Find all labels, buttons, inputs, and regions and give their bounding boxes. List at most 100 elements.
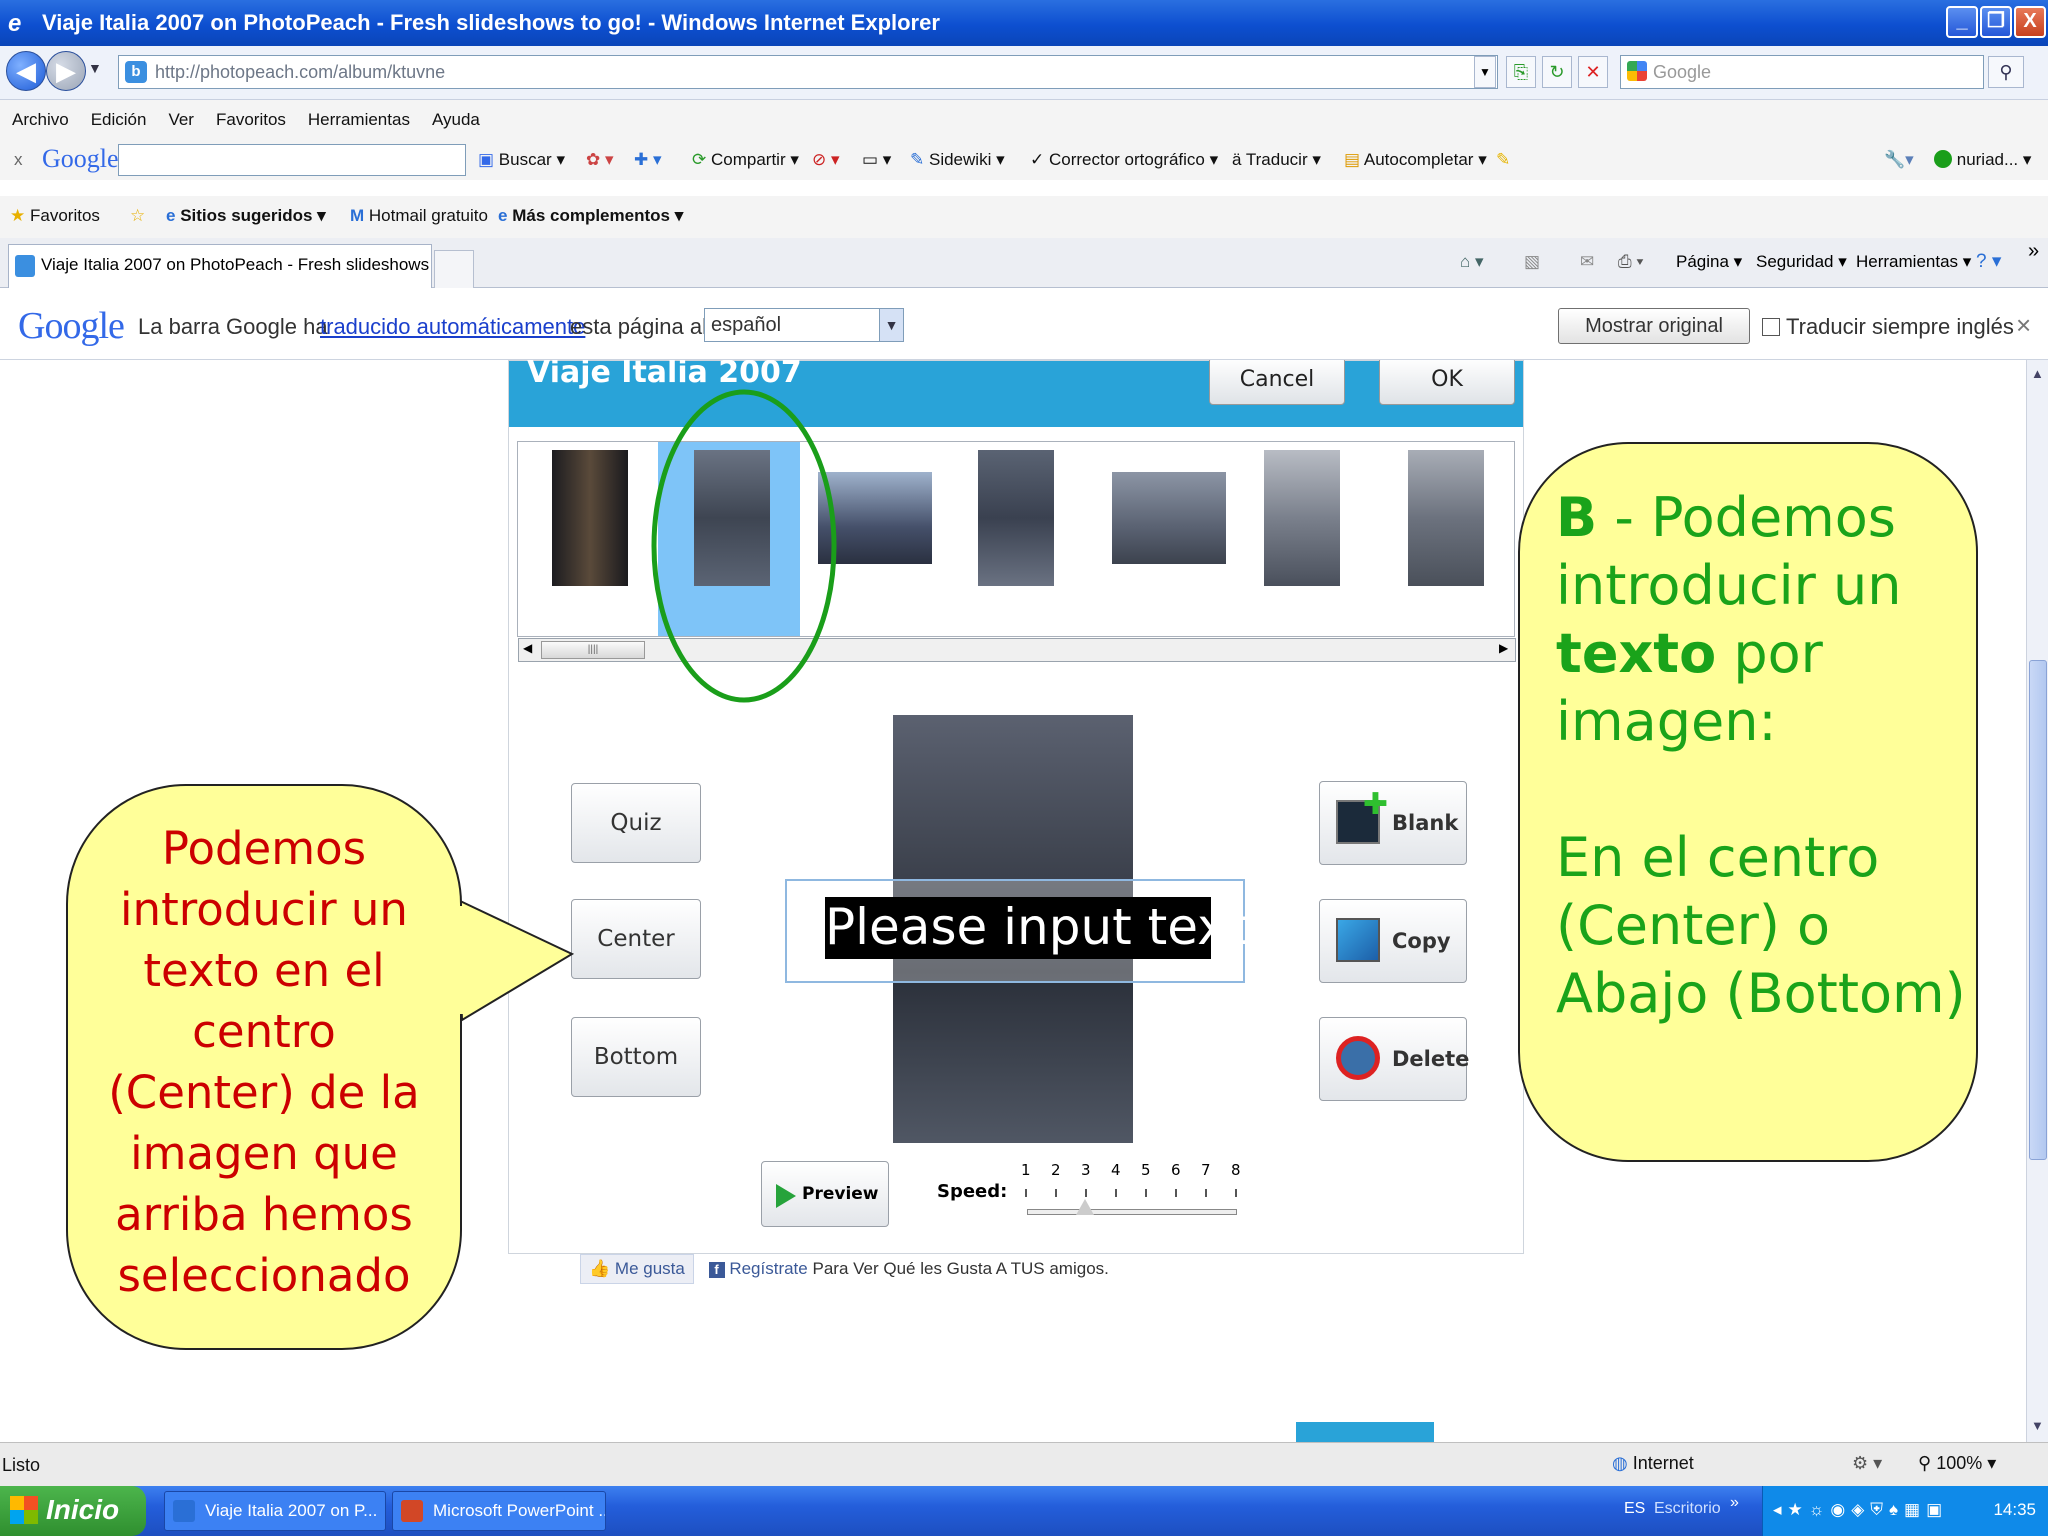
back-button[interactable]: ◀ <box>6 51 46 91</box>
scroll-right-icon[interactable]: ▶ <box>1499 641 1508 655</box>
clock[interactable]: 14:35 <box>1993 1486 2036 1534</box>
quiz-button[interactable]: Quiz <box>571 783 701 863</box>
popup-blocker-icon[interactable]: ✿ ▾ <box>586 150 614 170</box>
protected-mode-icon[interactable]: ⚙ ▾ <box>1852 1453 1882 1474</box>
add-favorite-icon[interactable]: ☆ <box>130 206 145 226</box>
forward-button[interactable]: ▶ <box>46 51 86 91</box>
corrector-button[interactable]: ✓ Corrector ortográfico ▾ <box>1030 150 1218 170</box>
stop-icon[interactable]: ✕ <box>1578 56 1608 88</box>
blank-label: Blank <box>1392 811 1459 835</box>
sidewiki-button[interactable]: ✎ Sidewiki ▾ <box>910 150 1005 170</box>
hotmail-link[interactable]: M Hotmail gratuito <box>350 206 488 226</box>
add-button-icon[interactable]: ✚ ▾ <box>634 150 662 170</box>
complementos-link[interactable]: e Más complementos ▾ <box>498 206 683 226</box>
feeds-icon[interactable]: ▧ <box>1524 252 1540 272</box>
search-go-icon[interactable]: ⚲ <box>1988 56 2024 88</box>
print-icon[interactable]: ⎙ ▾ <box>1618 252 1643 272</box>
close-window-button[interactable]: X <box>2014 6 2046 38</box>
new-tab-button[interactable] <box>434 250 474 288</box>
copy-button[interactable]: Copy <box>1319 899 1467 983</box>
start-button[interactable]: Inicio <box>0 1486 146 1536</box>
thumbnail-scrollbar[interactable]: ◀ |||| ▶ <box>518 638 1516 662</box>
account-label: nuriad... <box>1956 150 2019 169</box>
register-link[interactable]: Regístrate <box>729 1259 807 1278</box>
preview-button[interactable]: Preview <box>761 1161 889 1227</box>
language-select[interactable]: español ▼ <box>704 308 904 342</box>
seguridad-menu[interactable]: Seguridad ▾ <box>1756 252 1847 272</box>
slide-text-box[interactable]: Please input text <box>785 879 1246 983</box>
taskbar-item-powerpoint[interactable]: Microsoft PowerPoint ... <box>392 1491 606 1531</box>
scroll-left-icon[interactable]: ◀ <box>523 641 532 655</box>
menu-ayuda[interactable]: Ayuda <box>432 110 480 130</box>
language-indicator[interactable]: ES <box>1624 1500 1645 1518</box>
thumbnail-3[interactable] <box>818 472 932 564</box>
highlight-icon[interactable]: ✎ <box>1496 150 1510 170</box>
toolbar-close-icon[interactable]: x <box>14 150 23 170</box>
menu-favoritos[interactable]: Favoritos <box>216 110 286 130</box>
ok-button[interactable]: OK <box>1379 360 1515 405</box>
mail-icon[interactable]: ✉ <box>1580 252 1594 272</box>
favoritos-button[interactable]: ★ Favoritos <box>10 206 100 226</box>
home-icon[interactable]: ⌂ ▾ <box>1460 252 1484 272</box>
account-button[interactable]: nuriad... ▾ <box>1934 150 2031 170</box>
help-icon[interactable]: ? ▾ <box>1976 250 2001 273</box>
callout-bold-word: texto <box>1556 622 1717 685</box>
delete-button[interactable]: Delete <box>1319 1017 1469 1101</box>
scroll-up-icon[interactable]: ▲ <box>2031 366 2044 381</box>
center-button[interactable]: Center <box>571 899 701 979</box>
speed-slider-track[interactable] <box>1027 1209 1237 1215</box>
autocompletar-button[interactable]: ▤ Autocompletar ▾ <box>1344 150 1487 170</box>
traducir-button[interactable]: ä Traducir ▾ <box>1232 150 1321 170</box>
desktop-toolbar[interactable]: Escritorio <box>1654 1500 1721 1518</box>
pagina-menu[interactable]: Página ▾ <box>1676 252 1742 272</box>
menu-herramientas[interactable]: Herramientas <box>308 110 410 130</box>
thumbnail-7[interactable] <box>1408 450 1484 586</box>
page-scroll-thumb[interactable] <box>2029 660 2047 1160</box>
overflow-chevron-icon[interactable]: » <box>2028 240 2039 263</box>
restore-button[interactable]: ❐ <box>1980 6 2012 38</box>
sitios-sugeridos-link[interactable]: e Sitios sugeridos ▾ <box>166 206 326 226</box>
url-dropdown-icon[interactable]: ▼ <box>1474 56 1496 88</box>
compartir-button[interactable]: ⟳ Compartir ▾ <box>692 150 799 170</box>
always-translate-checkbox[interactable] <box>1762 318 1780 336</box>
thumbnail-5[interactable] <box>1112 472 1226 564</box>
thumbnail-4[interactable] <box>978 450 1054 586</box>
show-original-button[interactable]: Mostrar original <box>1558 308 1750 344</box>
thumbnail-strip: ◀ |||| ▶ <box>517 441 1516 662</box>
url-field[interactable]: b http://photopeach.com/album/ktuvne <box>118 55 1498 89</box>
herramientas-menu[interactable]: Herramientas ▾ <box>1856 252 1971 272</box>
tab-active[interactable]: Viaje Italia 2007 on PhotoPeach - Fresh … <box>8 244 432 288</box>
refresh-icon[interactable]: ↻ <box>1542 56 1572 88</box>
menu-edicion[interactable]: Edición <box>91 110 147 130</box>
field-icon[interactable]: ▭ ▾ <box>862 150 891 170</box>
thumbnail-2[interactable] <box>694 450 770 586</box>
scroll-thumb[interactable]: |||| <box>541 641 645 659</box>
like-button[interactable]: 👍 Me gusta <box>580 1254 694 1284</box>
speed-slider-knob[interactable] <box>1076 1199 1094 1215</box>
page-bottom-tab[interactable] <box>1296 1422 1434 1442</box>
translate-link[interactable]: traducido automáticamente <box>320 314 585 340</box>
scroll-down-icon[interactable]: ▼ <box>2031 1418 2044 1433</box>
minimize-button[interactable]: _ <box>1946 6 1978 38</box>
tray-icons[interactable]: ◂★☼◉◈⛨♠▦▣ <box>1773 1486 1948 1534</box>
compatibility-icon[interactable]: ⎘ <box>1506 56 1536 88</box>
history-dropdown-icon[interactable]: ▼ <box>88 60 102 76</box>
menu-archivo[interactable]: Archivo <box>12 110 69 130</box>
slide-text-input[interactable]: Please input text <box>825 897 1246 959</box>
bottom-button[interactable]: Bottom <box>571 1017 701 1097</box>
search-input[interactable]: Google <box>1620 55 1984 89</box>
cancel-button[interactable]: Cancel <box>1209 360 1345 405</box>
thumbnail-6[interactable] <box>1264 450 1340 586</box>
taskbar-item-ie[interactable]: Viaje Italia 2007 on P... <box>164 1491 386 1531</box>
zoom-control[interactable]: ⚲ 100% ▾ <box>1918 1453 1996 1474</box>
page-scrollbar[interactable]: ▲ ▼ <box>2026 360 2048 1442</box>
buscar-button[interactable]: ▣ Buscar ▾ <box>478 150 565 170</box>
wrench-icon[interactable]: 🔧▾ <box>1884 150 1914 170</box>
popup-icon[interactable]: ⊘ ▾ <box>812 150 840 170</box>
translate-close-icon[interactable]: × <box>2016 310 2031 341</box>
menu-ver[interactable]: Ver <box>168 110 194 130</box>
thumbnail-1[interactable] <box>552 450 628 586</box>
blank-button[interactable]: ✚ Blank <box>1319 781 1467 865</box>
toolbar-search-input[interactable] <box>118 144 466 176</box>
taskbar-chevron-icon[interactable]: » <box>1730 1494 1739 1512</box>
